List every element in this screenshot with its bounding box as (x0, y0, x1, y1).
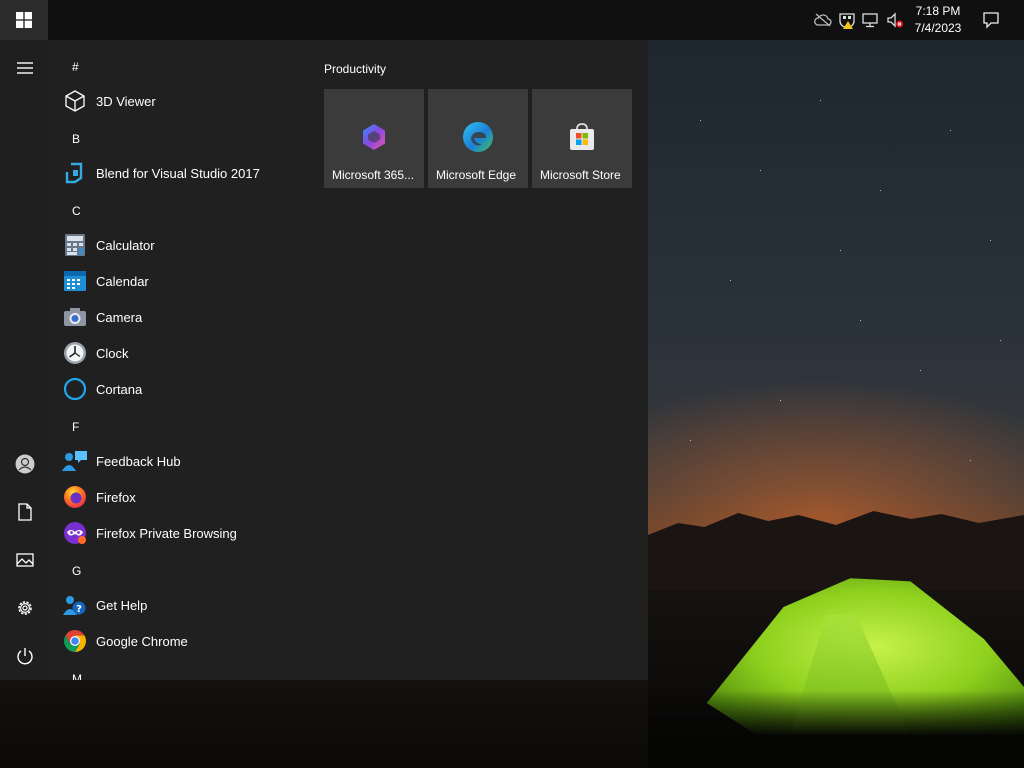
calculator-icon (62, 232, 88, 258)
app-label: 3D Viewer (96, 93, 156, 109)
app-item-firefox-private[interactable]: Firefox Private Browsing (60, 515, 310, 551)
pictures-icon[interactable] (0, 536, 50, 584)
app-label: Blend for Visual Studio 2017 (96, 165, 260, 181)
letter-header-g[interactable]: G (72, 564, 81, 578)
app-label: Get Help (96, 597, 148, 613)
clock-date[interactable]: 7/4/2023 (906, 21, 970, 35)
tile-microsoft-store[interactable]: Microsoft Store (532, 89, 632, 188)
tile-microsoft-365[interactable]: Microsoft 365... (324, 89, 424, 188)
letter-header-f[interactable]: F (72, 420, 79, 434)
store-icon (566, 121, 598, 153)
hamburger-icon[interactable] (0, 44, 50, 92)
letter-header-c[interactable]: C (72, 204, 81, 218)
app-item-calculator[interactable]: Calculator (60, 227, 310, 263)
security-warning-icon[interactable] (837, 10, 857, 30)
clock-icon (62, 340, 88, 366)
tile-label: Microsoft Store (540, 168, 621, 182)
clock-time[interactable]: 7:18 PM (906, 4, 970, 18)
svg-text:?: ? (76, 604, 82, 615)
app-label: Calendar (96, 273, 149, 289)
app-item-clock[interactable]: Clock (60, 335, 310, 371)
letter-header-m[interactable]: M (72, 672, 82, 680)
microsoft-365-icon (358, 121, 390, 153)
tile-label: Microsoft Edge (436, 168, 517, 182)
start-menu: # 3D Viewer B Blend for Visual Studio 20… (0, 40, 648, 680)
get-help-icon: ? (62, 592, 88, 618)
cloud-offline-icon[interactable] (813, 10, 833, 30)
app-item-get-help[interactable]: ? Get Help (60, 587, 310, 623)
app-item-blend[interactable]: Blend for Visual Studio 2017 (60, 155, 310, 191)
app-label: Feedback Hub (96, 453, 181, 469)
tile-microsoft-edge[interactable]: Microsoft Edge (428, 89, 528, 188)
app-item-3d-viewer[interactable]: 3D Viewer (60, 83, 310, 119)
camera-icon (62, 304, 88, 330)
feedback-hub-icon (62, 448, 88, 474)
firefox-private-icon (62, 520, 88, 546)
app-item-feedback-hub[interactable]: Feedback Hub (60, 443, 310, 479)
app-label: Cortana (96, 381, 143, 397)
tiles-area: Productivity Microsoft 365... Microsoft … (314, 40, 648, 680)
app-item-cortana[interactable]: Cortana (60, 371, 310, 407)
edge-icon (462, 121, 494, 153)
start-button[interactable] (0, 0, 48, 40)
app-label: Firefox Private Browsing (96, 525, 237, 541)
user-icon[interactable] (0, 440, 50, 488)
app-label: Camera (96, 309, 143, 325)
app-item-camera[interactable]: Camera (60, 299, 310, 335)
app-item-calendar[interactable]: Calendar (60, 263, 310, 299)
app-label: Clock (96, 345, 129, 361)
app-label: Calculator (96, 237, 155, 253)
app-label: Google Chrome (96, 633, 188, 649)
app-label: Firefox (96, 489, 136, 505)
letter-header-hash[interactable]: # (72, 60, 79, 74)
app-item-google-chrome[interactable]: Google Chrome (60, 623, 310, 659)
start-rail (0, 40, 50, 680)
notifications-icon[interactable] (981, 10, 1001, 30)
calendar-icon (62, 268, 88, 294)
power-icon[interactable] (0, 632, 50, 680)
cortana-icon (62, 376, 88, 402)
network-icon[interactable] (861, 10, 881, 30)
documents-icon[interactable] (0, 488, 50, 536)
tile-label: Microsoft 365... (332, 168, 415, 182)
wallpaper-grass (648, 690, 1024, 768)
tile-group-title[interactable]: Productivity (324, 62, 386, 76)
3d-viewer-icon (62, 88, 88, 114)
volume-muted-icon[interactable] (885, 10, 905, 30)
app-list: # 3D Viewer B Blend for Visual Studio 20… (50, 40, 314, 680)
blend-icon (62, 160, 88, 186)
app-item-firefox[interactable]: Firefox (60, 479, 310, 515)
windows-logo-icon (16, 12, 32, 28)
taskbar: 7:18 PM 7/4/2023 (0, 0, 1024, 40)
firefox-icon (62, 484, 88, 510)
letter-header-b[interactable]: B (72, 132, 80, 146)
chrome-icon (62, 628, 88, 654)
settings-icon[interactable] (0, 584, 50, 632)
